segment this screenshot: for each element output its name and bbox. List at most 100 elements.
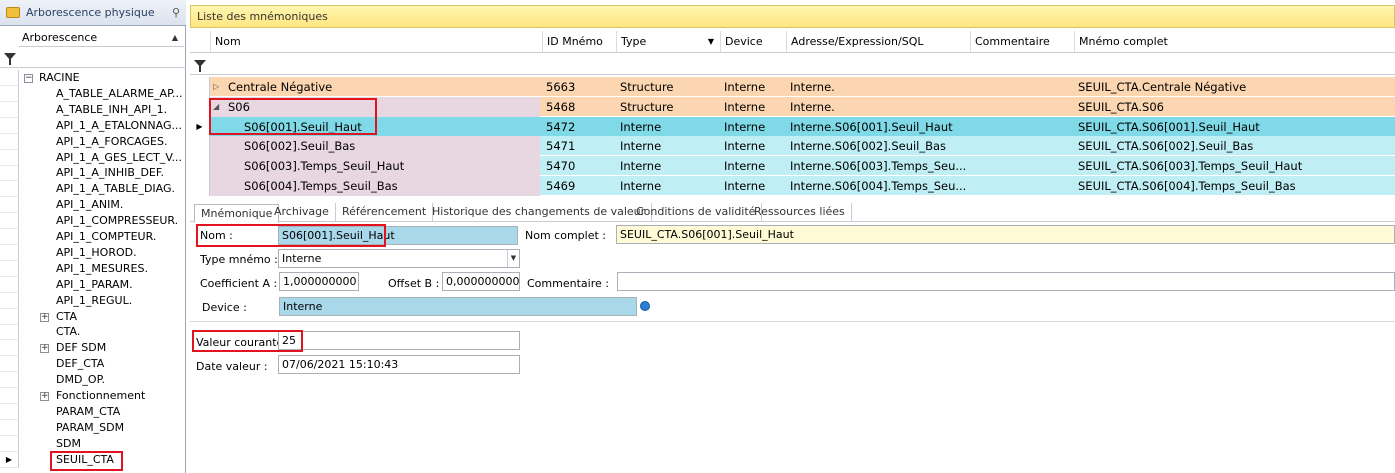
column-header-type[interactable]: Type ▼ [616, 31, 720, 53]
filter-icon[interactable] [194, 60, 206, 72]
tree-item[interactable]: API_1_PARAM. [0, 276, 185, 293]
tree-item-label: API_1_COMPRESSEUR. [56, 214, 179, 228]
table-row[interactable]: S06[001].Seuil_Haut 5472 Interne Interne Int… [210, 116, 1395, 137]
tree-item[interactable]: PARAM_CTA [0, 403, 185, 420]
column-header-nom[interactable]: Nom [210, 31, 545, 53]
grid-header: Nom ID Mnémo Type ▼ Device Adresse/Expre… [190, 31, 1395, 53]
tree-item-label: DMD_OP. [56, 373, 106, 387]
tree-item[interactable]: API_1_COMPRESSEUR. [0, 213, 185, 230]
row-indicator [0, 133, 19, 150]
tree-item[interactable]: PARAM_SDM [0, 419, 185, 436]
cell-commentaire [970, 97, 1074, 117]
tree-item-label: DEF_CTA [56, 357, 105, 371]
expand-icon[interactable]: + [40, 392, 49, 401]
row-indicator [0, 197, 19, 214]
tree-item-label: CTA [56, 309, 78, 323]
cell-complet: SEUIL_CTA.S06[004].Temps_Seuil_Bas [1078, 179, 1296, 193]
table-row[interactable]: S06[004].Temps_Seuil_Bas 5469 Interne Inter… [210, 176, 1395, 196]
tree-column-header[interactable]: Arborescence ▲ [19, 29, 184, 47]
row-indicator: ▶ [190, 116, 210, 137]
type-mnemo-select[interactable]: Interne ▼ [278, 249, 520, 268]
column-header-id[interactable]: ID Mnémo [542, 31, 616, 53]
tab-historique[interactable]: Historique des changements de valeur [426, 203, 653, 222]
nom-complet-field[interactable]: SEUIL_CTA.S06[001].Seuil_Haut [616, 225, 1395, 244]
cell-commentaire [970, 77, 1074, 97]
date-valeur-field[interactable]: 07/06/2021 15:10:43 [278, 355, 520, 374]
tree-filter-row[interactable] [0, 48, 186, 68]
tree-item-label: A_TABLE_INH_API_1. [56, 102, 168, 116]
table-row[interactable]: S06[003].Temps_Seuil_Haut 5470 Interne Inte… [210, 156, 1395, 177]
row-indicator [0, 229, 19, 245]
cell-adresse: Interne. [790, 99, 835, 114]
tree-item-label: API_1_ANIM. [56, 198, 124, 212]
grid-filter-row[interactable] [190, 53, 1395, 75]
cell-nom: S06[004].Temps_Seuil_Bas [210, 176, 540, 196]
tree-item[interactable]: SDM [0, 435, 185, 452]
cell-device: Interne [724, 159, 766, 174]
expand-icon[interactable]: ▷ [213, 77, 219, 97]
tree-item[interactable]: API_1_ANIM. [0, 197, 185, 214]
tree-item-label: PARAM_CTA [56, 404, 121, 418]
tree-item[interactable]: + DEF SDM [0, 340, 185, 357]
table-row[interactable]: S06[002].Seuil_Bas 5471 Interne Interne Inte… [210, 136, 1395, 157]
chevron-down-icon[interactable]: ▼ [507, 250, 519, 267]
table-row[interactable]: ◢ S06 5468 Structure Interne Interne. SEUIL_CT… [210, 96, 1395, 117]
tree-item[interactable]: DEF_CTA [0, 356, 185, 373]
commentaire-field[interactable] [617, 272, 1395, 291]
row-indicator [0, 292, 19, 309]
cell-complet: SEUIL_CTA.Centrale Négative [1078, 80, 1247, 94]
tree-item[interactable]: − RACINE [0, 70, 185, 86]
device-field[interactable]: Interne [279, 297, 637, 316]
tree-item[interactable]: API_1_A_TABLE_DIAG. [0, 181, 185, 198]
cell-device: Interne [724, 119, 766, 134]
column-header-commentaire[interactable]: Commentaire [970, 31, 1074, 53]
tab-conditions[interactable]: Conditions de validité [630, 203, 763, 222]
cell-type: Structure [620, 80, 674, 94]
tree-item[interactable]: API_1_A_ETALONNAG... [0, 117, 185, 134]
row-indicator [0, 213, 19, 230]
tree-item[interactable]: API_1_REGUL. [0, 292, 185, 309]
tree-item[interactable]: A_TABLE_ALARME_AP... [0, 85, 185, 102]
cell-commentaire [970, 156, 1074, 176]
row-indicator [0, 165, 19, 182]
type-mnemo-label: Type mnémo : [200, 253, 278, 266]
column-header-adresse[interactable]: Adresse/Expression/SQL [786, 31, 970, 53]
tab-referencement[interactable]: Référencement [336, 203, 434, 222]
tree-item[interactable]: API_1_COMPTEUR. [0, 229, 185, 245]
cell-id: 5470 [546, 159, 576, 174]
tree-item[interactable]: + CTA [0, 308, 185, 325]
tree-item[interactable]: CTA. [0, 324, 185, 341]
tab-mnemonique[interactable]: Mnémonique [194, 204, 280, 223]
tree-item[interactable]: API_1_HOROD. [0, 244, 185, 261]
offset-field[interactable]: 0,000000000 [442, 272, 520, 291]
tree-item[interactable]: DMD_OP. [0, 372, 185, 389]
column-header-complet[interactable]: Mnémo complet [1074, 31, 1395, 53]
valeur-courante-field[interactable]: 25 [278, 331, 520, 350]
cell-adresse: Interne.S06[003].Temps_Seu... [790, 159, 967, 174]
table-row[interactable]: ▷ Centrale Négative 5663 Structure Interne In… [210, 77, 1395, 97]
tree-item[interactable]: API_1_A_GES_LECT_V... [0, 149, 185, 166]
collapse-icon[interactable]: − [24, 74, 33, 83]
row-indicator [0, 244, 19, 261]
tab-ressources[interactable]: Ressources liées [748, 203, 852, 222]
tree-item[interactable]: A_TABLE_INH_API_1. [0, 101, 185, 118]
expand-icon[interactable]: + [40, 312, 49, 322]
column-header-device[interactable]: Device [720, 31, 786, 53]
cell-commentaire [970, 136, 1074, 156]
cell-type: Interne [620, 119, 662, 134]
device-lookup-icon[interactable] [640, 301, 650, 311]
tab-archivage[interactable]: Archivage [268, 203, 336, 222]
filter-icon[interactable] [4, 53, 16, 65]
cell-type: Interne [620, 179, 662, 193]
tree-panel-title: Arborescence physique [26, 6, 155, 19]
row-indicator [0, 149, 19, 166]
tree-item[interactable]: API_1_A_FORCAGES. [0, 133, 185, 150]
tree-item[interactable]: + Fonctionnement [0, 388, 185, 404]
tree-item[interactable]: API_1_A_INHIB_DEF. [0, 165, 185, 182]
type-mnemo-value: Interne [282, 252, 322, 265]
pin-icon[interactable]: ⚲ [172, 6, 180, 19]
coefficient-field[interactable]: 1,000000000 [279, 272, 359, 291]
tree-item[interactable]: API_1_MESURES. [0, 260, 185, 277]
tree-item-label: A_TABLE_ALARME_AP... [56, 86, 183, 100]
expand-icon[interactable]: + [40, 344, 49, 354]
